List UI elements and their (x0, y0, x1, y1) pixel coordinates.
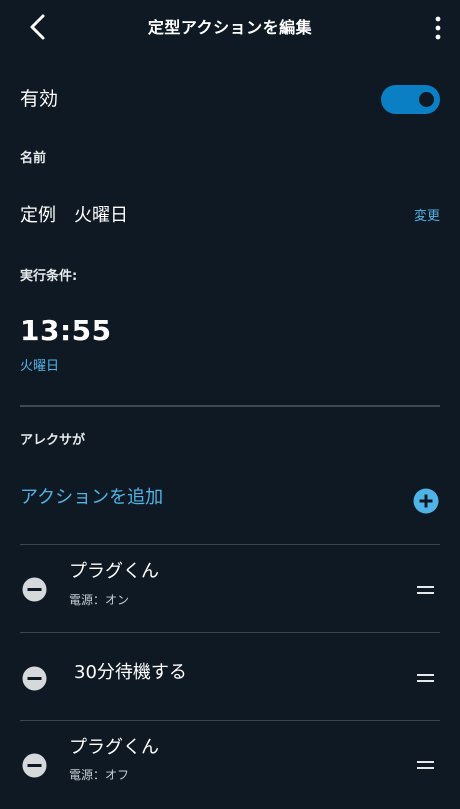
action-title: 30分待機する (74, 662, 187, 683)
add-action-link[interactable]: アクションを追加 (20, 483, 163, 509)
enabled-toggle[interactable] (381, 85, 440, 114)
drag-handle-icon[interactable] (417, 758, 434, 772)
routine-name: 定例 火曜日 (20, 205, 128, 226)
more-vertical-icon[interactable] (430, 14, 446, 42)
drag-handle-icon[interactable] (417, 671, 434, 685)
drag-handle-icon[interactable] (417, 583, 434, 597)
section-divider (20, 405, 440, 407)
minus-circle-icon[interactable] (22, 666, 47, 691)
action-subtitle: 電源：オフ (69, 768, 130, 782)
enabled-label: 有効 (20, 88, 59, 110)
trigger-section-label: 実行条件: (20, 269, 78, 284)
toggle-knob (419, 92, 434, 107)
action-title: プラグくん (69, 737, 159, 758)
list-item[interactable]: プラグくん 電源：オフ (0, 721, 460, 809)
trigger-day[interactable]: 火曜日 (20, 355, 59, 374)
plus-circle-icon[interactable] (413, 488, 439, 514)
alexa-section-label: アレクサが (20, 433, 86, 448)
minus-circle-icon[interactable] (22, 753, 47, 778)
page-title: 定型アクションを編集 (147, 18, 313, 37)
minus-circle-icon[interactable] (22, 577, 47, 602)
action-subtitle: 電源：オン (69, 593, 130, 607)
trigger-time[interactable]: 13:55 (20, 314, 112, 347)
top-app-bar: 定型アクションを編集 (0, 0, 460, 54)
action-title: プラグくん (69, 561, 159, 582)
change-name-link[interactable]: 変更 (414, 205, 440, 224)
list-item[interactable]: プラグくん 電源：オン (0, 545, 460, 633)
name-section-label: 名前 (20, 151, 47, 166)
list-item[interactable]: 30分待機する (0, 633, 460, 721)
